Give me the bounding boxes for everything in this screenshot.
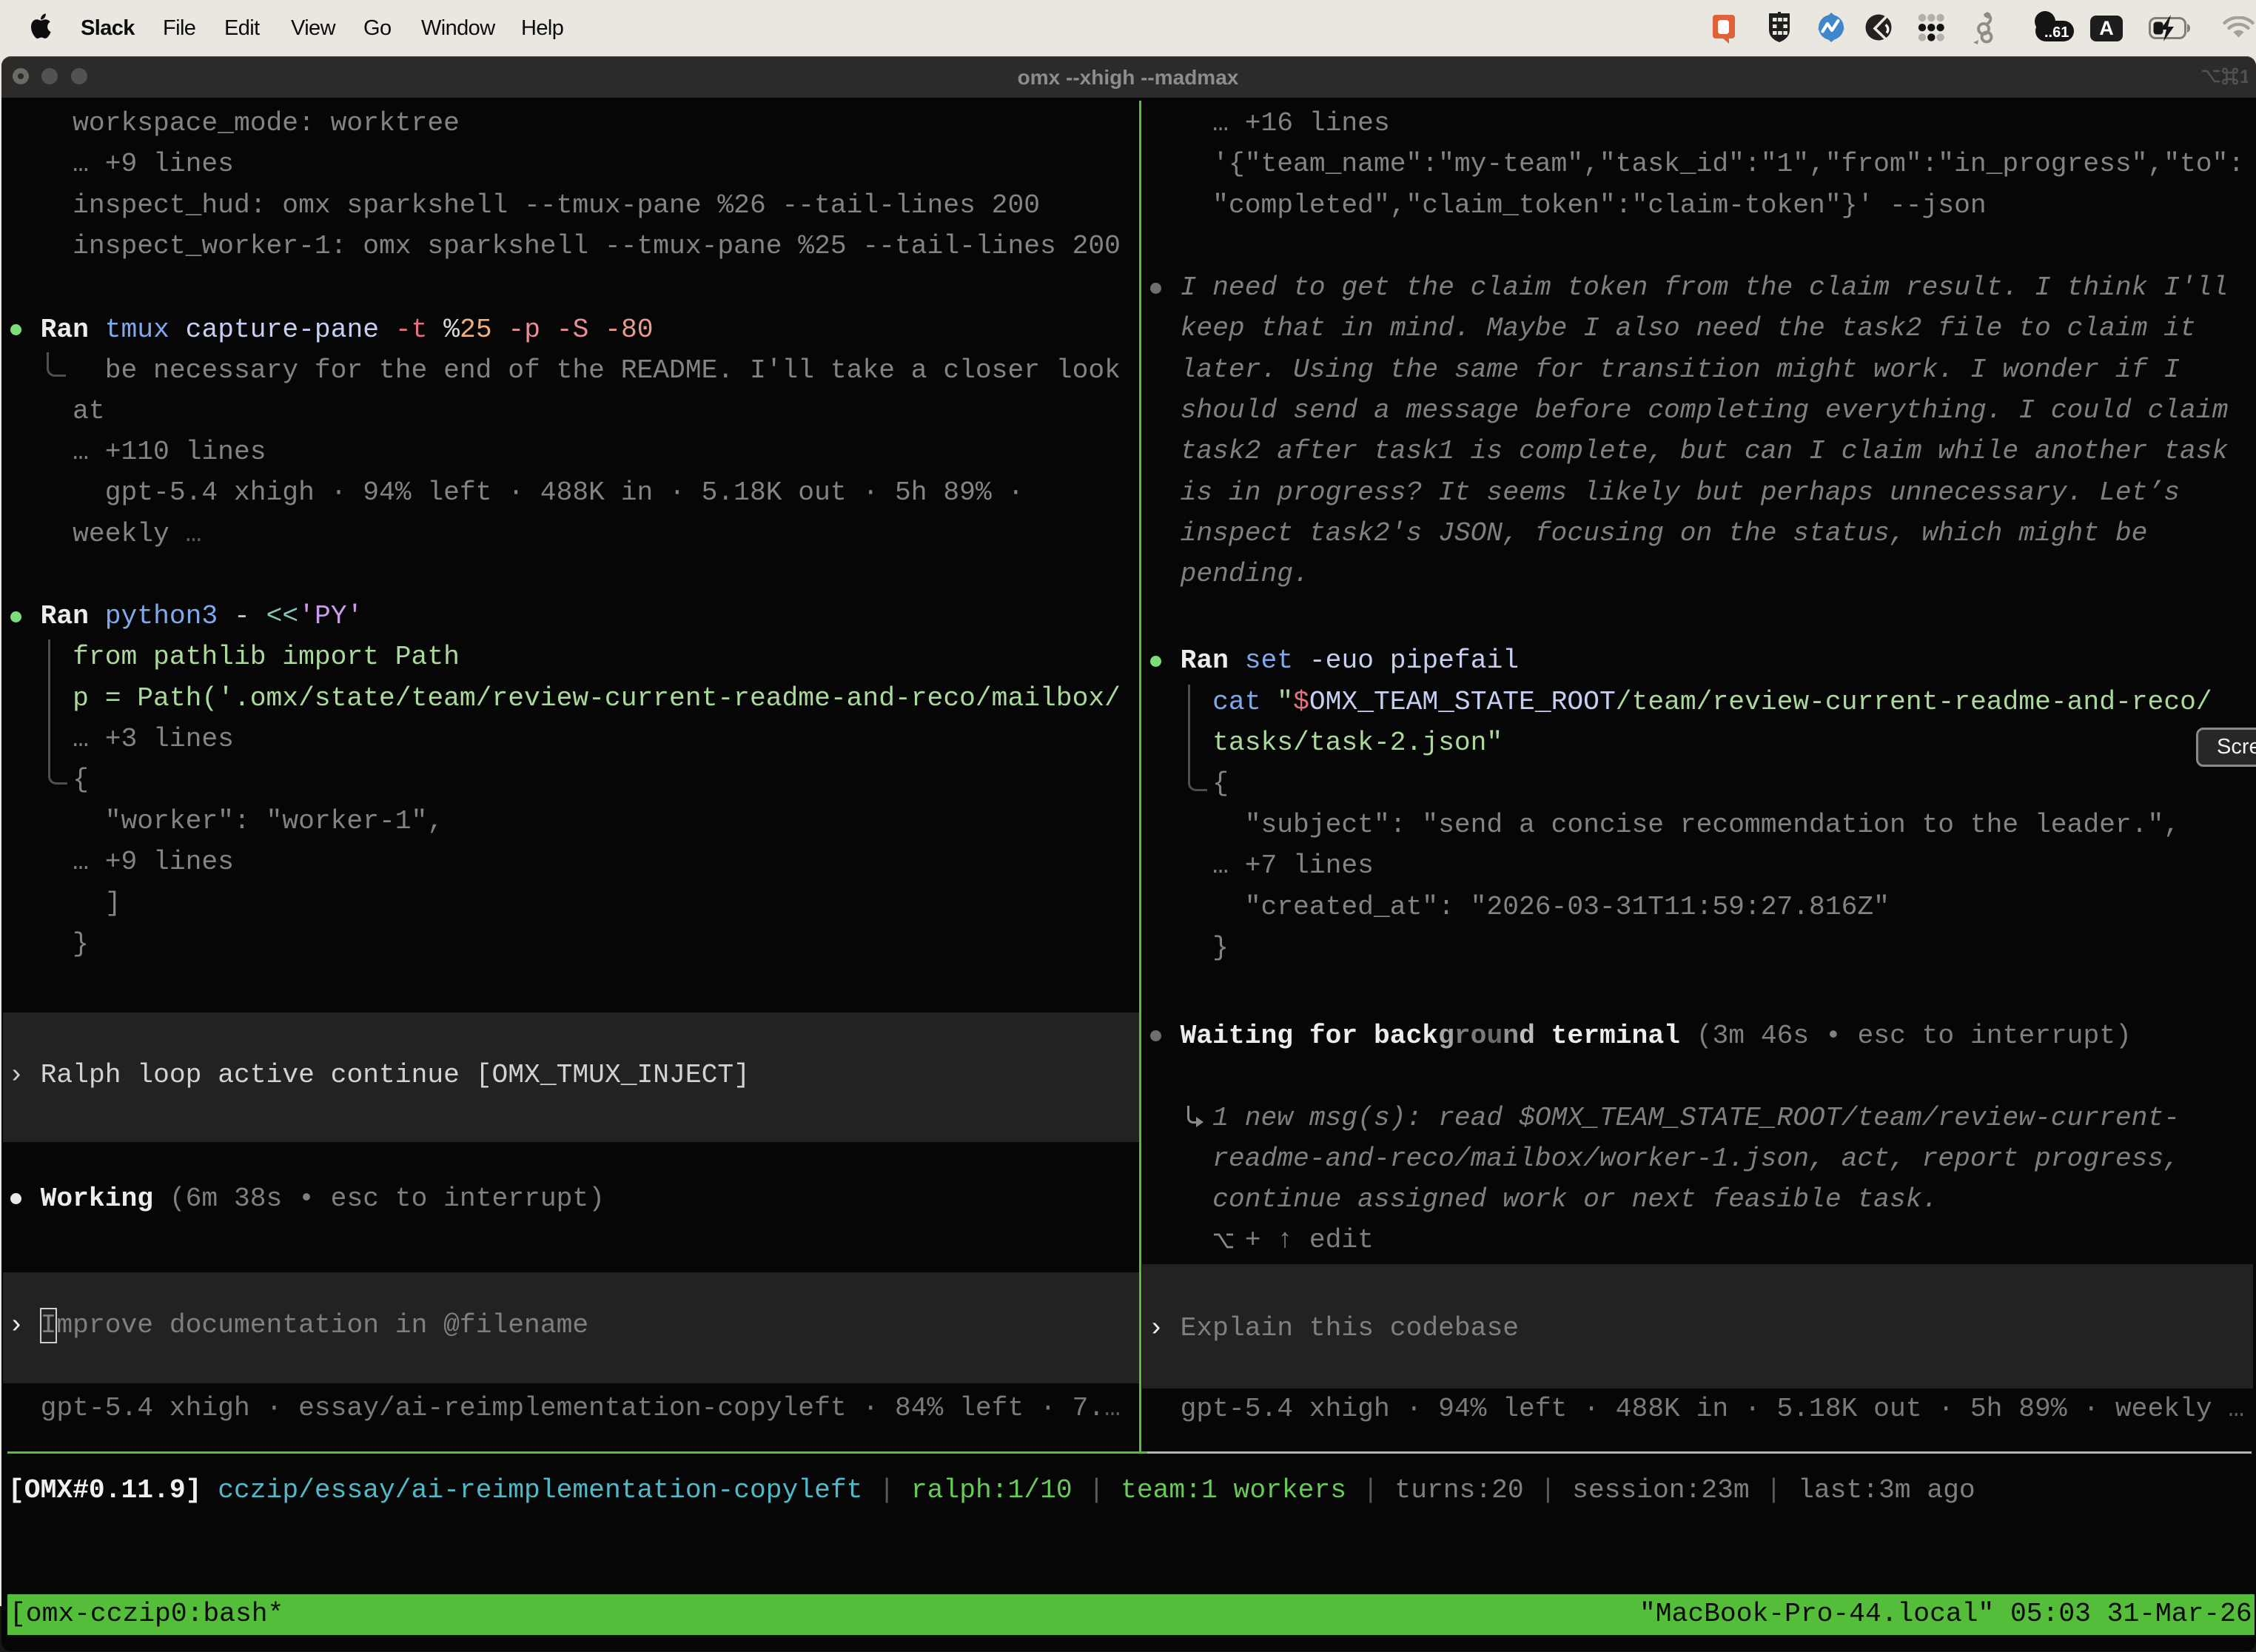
svg-text:..61: ..61 — [2044, 24, 2069, 41]
svg-text:1: 1 — [2240, 67, 2248, 86]
